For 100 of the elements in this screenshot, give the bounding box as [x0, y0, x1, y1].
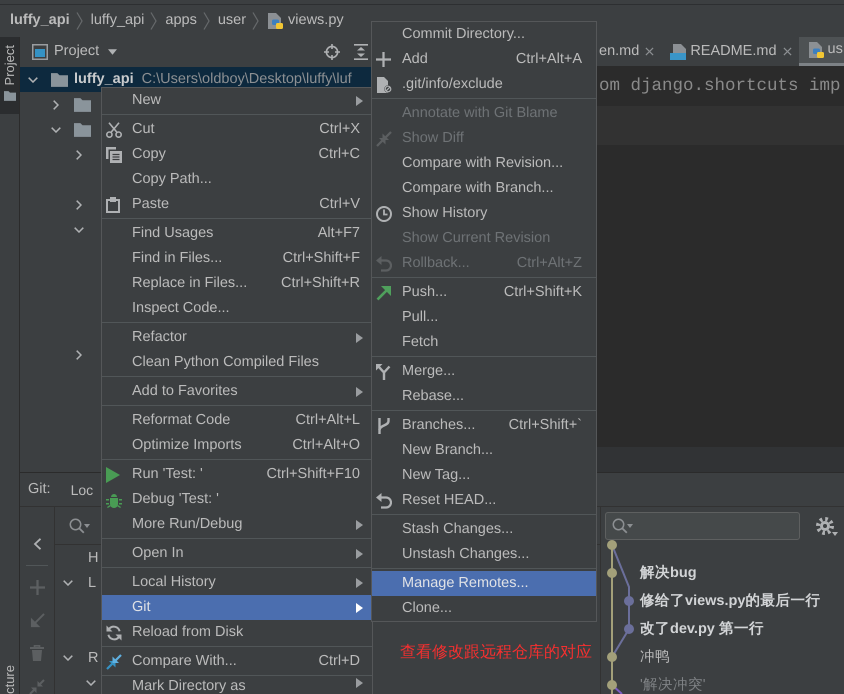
tree-item[interactable]: luffy_api	[74, 72, 134, 87]
breadcrumb-item[interactable]: apps	[165, 12, 197, 30]
search-icon[interactable]	[69, 518, 90, 534]
scissors-icon	[106, 122, 122, 138]
menu-item[interactable]: Manage Remotes...	[372, 571, 596, 596]
menu-item[interactable]: Copy Ctrl+C	[102, 142, 372, 167]
tool-window-tab[interactable]: cture	[0, 665, 19, 694]
close-icon[interactable]	[782, 47, 792, 56]
compare-arrows-icon	[106, 654, 122, 670]
menu-item[interactable]: Replace in Files... Ctrl+Shift+R	[102, 271, 372, 296]
menu-item[interactable]: Paste Ctrl+V	[102, 192, 372, 217]
breadcrumb-item[interactable]: luffy_api	[10, 12, 70, 30]
menu-item[interactable]: Rebase...	[372, 384, 596, 409]
arrow-up-right-icon	[376, 284, 392, 300]
menu-item[interactable]: New Branch...	[372, 438, 596, 463]
submenu-arrow-icon[interactable]	[356, 678, 363, 688]
chevron-right-icon[interactable]	[76, 200, 82, 210]
menu-item[interactable]: Push... Ctrl+Shift+K	[372, 280, 596, 305]
tree-item[interactable]: R	[88, 650, 98, 666]
chevron-left-icon[interactable]	[32, 538, 42, 550]
breadcrumb-item[interactable]: views.py	[267, 12, 344, 30]
menu-item[interactable]: Pull...	[372, 305, 596, 330]
chevron-right-icon[interactable]	[76, 150, 82, 160]
submenu-arrow-icon[interactable]	[356, 520, 363, 530]
search-icon[interactable]	[612, 518, 633, 534]
menu-item[interactable]: Reformat Code Ctrl+Alt+L	[102, 408, 372, 433]
submenu-arrow-icon[interactable]	[356, 548, 363, 558]
tool-window-tab[interactable]: Project	[0, 37, 19, 114]
dropdown-caret-icon[interactable]	[108, 48, 118, 55]
chevron-right-icon	[202, 12, 210, 30]
commit-message[interactable]: 修给了views.py的最后一行	[640, 592, 820, 610]
chevron-down-icon[interactable]	[74, 226, 84, 232]
python-file-icon	[808, 42, 824, 58]
chevron-down-icon[interactable]	[86, 680, 96, 686]
tree-item[interactable]: L	[88, 574, 96, 590]
submenu-arrow-icon[interactable]	[356, 386, 363, 396]
menu-item[interactable]: Inspect Code...	[102, 296, 372, 321]
menu-item[interactable]: Unstash Changes...	[372, 542, 596, 567]
menu-item[interactable]: Find Usages Alt+F7	[102, 221, 372, 246]
chevron-right-icon	[76, 12, 83, 30]
menu-item[interactable]: New Tag...	[372, 463, 596, 488]
menu-item[interactable]: Copy Path...	[102, 167, 372, 192]
menu-item[interactable]: Local History	[102, 570, 372, 595]
menu-item[interactable]: Commit Directory...	[372, 22, 596, 47]
menu-item[interactable]: Cut Ctrl+X	[102, 117, 372, 142]
chevron-down-icon[interactable]	[63, 654, 73, 660]
submenu-arrow-icon[interactable]	[356, 332, 363, 342]
menu-item[interactable]: Compare with Revision...	[372, 151, 596, 176]
menu-item[interactable]: Clean Python Compiled Files	[102, 350, 372, 375]
submenu-arrow-icon[interactable]	[356, 578, 363, 588]
menu-item[interactable]: Git	[102, 595, 372, 620]
file-icon	[376, 76, 392, 92]
menu-item[interactable]: Optimize Imports Ctrl+Alt+O	[102, 433, 372, 458]
menu-item[interactable]: Branches... Ctrl+Shift+`	[372, 413, 596, 438]
editor-tab[interactable]: us	[798, 37, 844, 66]
menu-item[interactable]: More Run/Debug	[102, 512, 372, 537]
settings-icon[interactable]	[816, 517, 838, 537]
submenu-arrow-icon[interactable]	[356, 96, 363, 106]
breadcrumb-item[interactable]: user	[218, 12, 246, 30]
tree-item[interactable]: H	[88, 550, 98, 566]
chevron-down-icon[interactable]	[51, 126, 61, 132]
crosshair-icon[interactable]	[324, 44, 340, 60]
menu-item[interactable]: Fetch	[372, 330, 596, 355]
breadcrumb-item[interactable]: luffy_api	[90, 12, 144, 30]
python-file-icon	[267, 12, 284, 29]
menu-item[interactable]: Find in Files... Ctrl+Shift+F	[102, 246, 372, 271]
menu-item[interactable]: Stash Changes...	[372, 517, 596, 542]
folder-icon	[51, 72, 68, 86]
menu-item[interactable]: Debug 'Test: '	[102, 487, 372, 512]
close-icon[interactable]	[645, 47, 654, 56]
menu-item[interactable]: Show History	[372, 201, 596, 226]
menu-item[interactable]: Mark Directory as	[102, 678, 372, 694]
menu-item[interactable]: Add to Favorites	[102, 379, 372, 404]
search-field[interactable]	[605, 512, 800, 540]
chevron-right-icon[interactable]	[53, 100, 59, 110]
menu-item[interactable]: Merge...	[372, 359, 596, 384]
submenu-arrow-icon[interactable]	[356, 602, 363, 612]
undo-arrow-icon	[376, 256, 392, 272]
menu-item[interactable]: Reset HEAD...	[372, 488, 596, 513]
tool-window-tab[interactable]: Loc	[70, 482, 94, 498]
menu-item[interactable]: Clone...	[372, 596, 596, 621]
commit-message[interactable]: 改了dev.py 第一行	[640, 620, 764, 638]
annotation-text: 查看修改跟远程仓库的对应	[400, 643, 592, 662]
editor-tab[interactable]: README.md	[661, 37, 799, 66]
menu-item[interactable]: Open In	[102, 541, 372, 566]
menu-item[interactable]: Compare With... Ctrl+D	[102, 649, 372, 674]
folder-path: C:\Users\oldboy\Desktop\luffy\luf	[142, 72, 352, 87]
chevron-down-icon[interactable]	[28, 76, 38, 82]
view-dropdown[interactable]: Project	[54, 43, 118, 61]
commit-message[interactable]: 解决bug	[640, 564, 697, 582]
commit-message[interactable]: 冲鸭	[640, 648, 670, 666]
menu-item[interactable]: Compare with Branch...	[372, 176, 596, 201]
editor-tab[interactable]: en.md	[597, 37, 662, 66]
menu-item[interactable]: Refactor	[102, 325, 372, 350]
panel-icon	[32, 44, 48, 60]
chevron-right-icon[interactable]	[76, 350, 82, 360]
menu-item[interactable]: Reload from Disk	[102, 620, 372, 645]
chevron-down-icon[interactable]	[63, 580, 73, 586]
collapse-all-icon[interactable]	[354, 44, 368, 60]
menu-item[interactable]: Run 'Test: ' Ctrl+Shift+F10	[102, 462, 372, 487]
